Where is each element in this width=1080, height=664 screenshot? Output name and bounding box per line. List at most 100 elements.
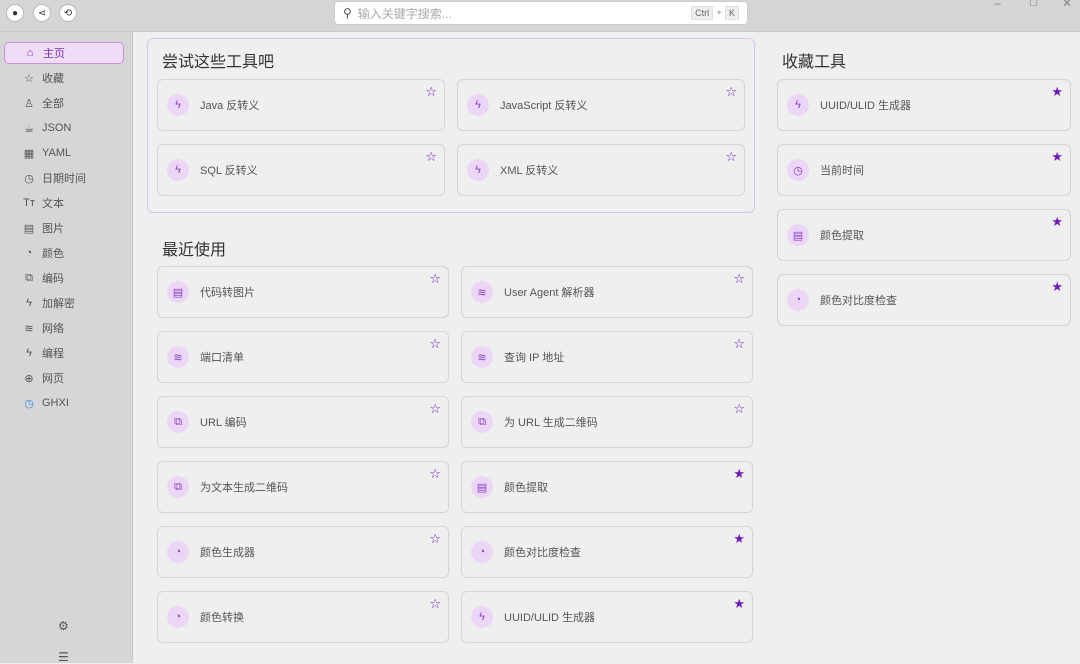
star-outline-icon[interactable]: ☆ xyxy=(429,271,441,287)
sidebar-item-4[interactable]: ▦ YAML xyxy=(4,142,124,164)
recent-tool-card[interactable]: ▤ 颜色提取 ★ xyxy=(461,461,753,513)
tool-icon: ϟ xyxy=(467,159,489,181)
tool-label: JavaScript 反转义 xyxy=(500,100,588,112)
favorites-tool-card[interactable]: ϟ UUID/ULID 生成器 ★ xyxy=(777,79,1071,131)
file-image-icon: ▤ xyxy=(23,222,35,235)
grid-icon: ▦ xyxy=(23,147,35,160)
tool-icon: ϟ xyxy=(167,94,189,116)
sidebar-item-label: 加解密 xyxy=(42,298,75,310)
recent-tool-card[interactable]: ◔ 颜色对比度检查 ★ xyxy=(461,526,753,578)
recent-tool-card[interactable]: ◔ 颜色生成器 ☆ xyxy=(157,526,449,578)
tool-icon: ≋ xyxy=(471,346,493,368)
star-filled-icon[interactable]: ★ xyxy=(733,531,745,547)
star-icon: ☆ xyxy=(24,72,34,85)
star-outline-icon[interactable]: ☆ xyxy=(429,596,441,612)
recent-tool-card[interactable]: ≋ 端口清单 ☆ xyxy=(157,331,449,383)
star-filled-icon[interactable]: ★ xyxy=(1051,279,1063,295)
sidebar-item-9[interactable]: ⧉ 编码 xyxy=(4,267,124,289)
star-outline-icon[interactable]: ☆ xyxy=(425,84,437,100)
try-tool-card[interactable]: ϟ JavaScript 反转义 ☆ xyxy=(457,79,745,131)
star-outline-icon[interactable]: ☆ xyxy=(733,271,745,287)
sidebar-item-5[interactable]: ◷ 日期时间 xyxy=(4,167,124,189)
star-filled-icon[interactable]: ★ xyxy=(1051,149,1063,165)
recent-tool-card[interactable]: ϟ UUID/ULID 生成器 ★ xyxy=(461,591,753,643)
tool-label: 颜色提取 xyxy=(820,230,864,242)
tool-label: 颜色对比度检查 xyxy=(820,295,897,307)
share-icon[interactable]: ⋖ xyxy=(33,4,51,22)
recent-title: 最近使用 xyxy=(162,242,227,259)
recent-tool-card[interactable]: ⧉ URL 编码 ☆ xyxy=(157,396,449,448)
star-outline-icon[interactable]: ☆ xyxy=(725,84,737,100)
star-outline-icon[interactable]: ☆ xyxy=(425,149,437,165)
cup-icon: ☕ xyxy=(24,122,34,135)
sidebar-item-3[interactable]: ☕ JSON xyxy=(4,117,124,139)
star-outline-icon[interactable]: ☆ xyxy=(733,401,745,417)
home-icon: ⌂ xyxy=(26,47,34,59)
favorites-tool-card[interactable]: ◔ 颜色对比度检查 ★ xyxy=(777,274,1071,326)
collapse-menu-icon[interactable]: ☰ xyxy=(58,650,69,664)
sidebar: ⚙ ☰ ⌂ 主页 ☆ 收藏 ♙ 全部 ☕ JSON ▦ YAML ◷ 日期时间 Tт 文本 ▤ 图片 ◔ 颜色 ⧉ 编… xyxy=(0,32,133,664)
recent-tool-card[interactable]: ≋ 查询 IP 地址 ☆ xyxy=(461,331,753,383)
sidebar-item-6[interactable]: Tт 文本 xyxy=(4,192,124,214)
minimize-button[interactable]: – xyxy=(994,0,1001,10)
recent-tool-card[interactable]: ≋ User Agent 解析器 ☆ xyxy=(461,266,753,318)
sidebar-item-label: 编程 xyxy=(42,348,64,360)
favorites-tool-card[interactable]: ▤ 颜色提取 ★ xyxy=(777,209,1071,261)
favorites-title: 收藏工具 xyxy=(782,54,847,71)
star-filled-icon[interactable]: ★ xyxy=(1051,84,1063,100)
sidebar-item-10[interactable]: ϟ 加解密 xyxy=(4,292,124,314)
tool-label: URL 编码 xyxy=(200,417,247,429)
sidebar-item-1[interactable]: ☆ 收藏 xyxy=(4,67,124,89)
sidebar-item-7[interactable]: ▤ 图片 xyxy=(4,217,124,239)
search-input[interactable]: ⚲ 输入关键字搜索... Ctrl + K xyxy=(334,1,748,25)
sync-icon[interactable]: ⟲ xyxy=(59,4,77,22)
sidebar-item-label: 收藏 xyxy=(42,73,64,85)
sidebar-item-label: 颜色 xyxy=(42,248,64,260)
title-bar: ● ⋖ ⟲ ⚲ 输入关键字搜索... Ctrl + K – ☐ ✕ xyxy=(0,0,1080,32)
sidebar-item-11[interactable]: ≋ 网络 xyxy=(4,317,124,339)
sidebar-item-label: YAML xyxy=(42,147,72,159)
tool-label: 颜色生成器 xyxy=(200,547,255,559)
tool-icon: ϟ xyxy=(471,606,493,628)
tool-label: 端口清单 xyxy=(200,352,244,364)
star-outline-icon[interactable]: ☆ xyxy=(725,149,737,165)
sidebar-item-label: 网页 xyxy=(42,373,64,385)
maximize-button[interactable]: ☐ xyxy=(1029,0,1038,9)
sidebar-item-8[interactable]: ◔ 颜色 xyxy=(4,242,124,264)
favorites-tool-card[interactable]: ◷ 当前时间 ★ xyxy=(777,144,1071,196)
close-button[interactable]: ✕ xyxy=(1062,0,1072,10)
star-filled-icon[interactable]: ★ xyxy=(733,596,745,612)
settings-icon[interactable]: ⚙ xyxy=(58,619,69,633)
tool-icon: ◔ xyxy=(167,606,189,628)
star-outline-icon[interactable]: ☆ xyxy=(429,401,441,417)
sidebar-item-13[interactable]: ⊕ 网页 xyxy=(4,367,124,389)
star-filled-icon[interactable]: ★ xyxy=(733,466,745,482)
ghxi-clock-icon: ◷ xyxy=(24,397,34,410)
star-outline-icon[interactable]: ☆ xyxy=(429,531,441,547)
recent-tool-card[interactable]: ◔ 颜色转换 ☆ xyxy=(157,591,449,643)
star-outline-icon[interactable]: ☆ xyxy=(429,466,441,482)
tool-icon: ◔ xyxy=(167,541,189,563)
try-tool-card[interactable]: ϟ SQL 反转义 ☆ xyxy=(157,144,445,196)
tool-icon: ≋ xyxy=(471,281,493,303)
star-outline-icon[interactable]: ☆ xyxy=(733,336,745,352)
tool-label: 代码转图片 xyxy=(200,287,255,299)
tool-icon: ◔ xyxy=(471,541,493,563)
sidebar-item-label: JSON xyxy=(42,122,72,134)
recent-tool-card[interactable]: ⧉ 为文本生成二维码 ☆ xyxy=(157,461,449,513)
sidebar-item-14[interactable]: ◷ GHXI xyxy=(4,392,124,414)
tool-label: User Agent 解析器 xyxy=(504,287,595,299)
clock-icon: ◷ xyxy=(24,172,34,185)
try-tool-card[interactable]: ϟ XML 反转义 ☆ xyxy=(457,144,745,196)
star-filled-icon[interactable]: ★ xyxy=(1051,214,1063,230)
try-tool-card[interactable]: ϟ Java 反转义 ☆ xyxy=(157,79,445,131)
recent-tool-card[interactable]: ⧉ 为 URL 生成二维码 ☆ xyxy=(461,396,753,448)
sidebar-item-2[interactable]: ♙ 全部 xyxy=(4,92,124,114)
tool-label: SQL 反转义 xyxy=(200,165,258,177)
wechat-icon[interactable]: ● xyxy=(6,4,24,22)
sidebar-item-0[interactable]: ⌂ 主页 xyxy=(4,42,124,64)
star-outline-icon[interactable]: ☆ xyxy=(429,336,441,352)
sidebar-item-label: 主页 xyxy=(43,48,65,60)
sidebar-item-12[interactable]: ϟ 编程 xyxy=(4,342,124,364)
recent-tool-card[interactable]: ▤ 代码转图片 ☆ xyxy=(157,266,449,318)
